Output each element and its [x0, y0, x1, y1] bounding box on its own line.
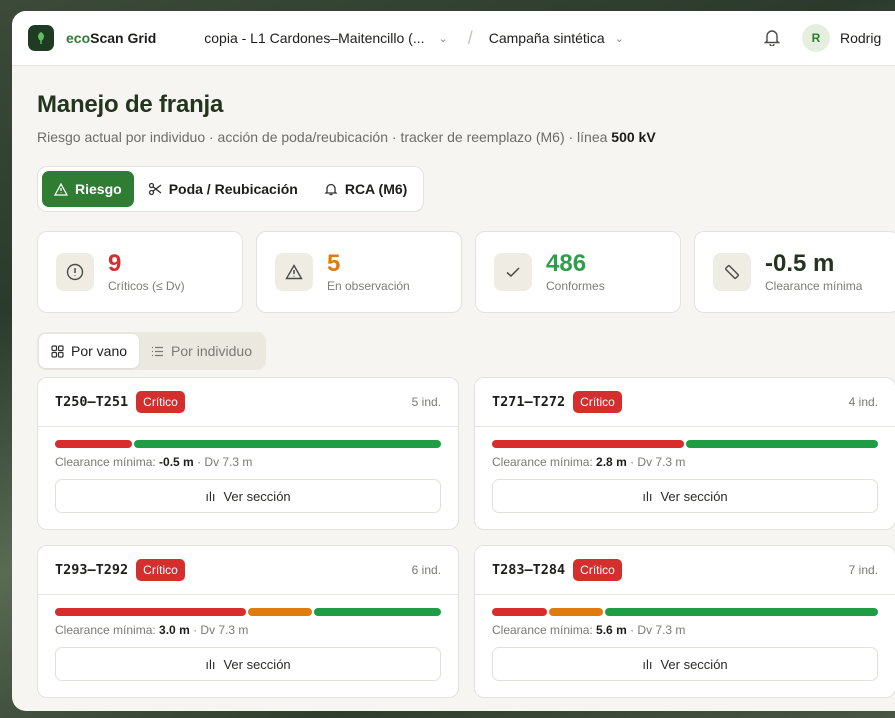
user-avatar[interactable]: R: [802, 24, 830, 52]
stat-conformes: 486 Conformes: [475, 231, 681, 313]
list-icon: [152, 346, 164, 356]
span-title: T283–T284: [492, 562, 566, 578]
tab-poda-reubicacion[interactable]: Poda / Reubicación: [136, 171, 310, 207]
risk-bar-segment-green: [686, 440, 878, 448]
top-bar: ecoScan Grid copia - L1 Cardones–Maitenc…: [12, 11, 895, 66]
stat-clearance-minima: -0.5 m Clearance mínima: [694, 231, 895, 313]
risk-bar-segment-red: [492, 440, 684, 448]
span-title: T271–T272: [492, 394, 566, 410]
stat-label: Críticos (≤ Dv): [108, 279, 185, 293]
clearance-text: Clearance mínima: 5.6 m · Dv 7.3 m: [492, 623, 686, 637]
project-selector[interactable]: copia - L1 Cardones–Maitencillo (... ⌄: [204, 30, 447, 46]
module-tabs: Riesgo Poda / Reubicación RCA (M6): [37, 166, 425, 212]
stat-value: 9: [108, 250, 122, 277]
bar-chart-icon: ılı: [205, 656, 216, 672]
view-toggle: Por vano Por individuo: [37, 332, 266, 370]
toggle-por-vano[interactable]: Por vano: [39, 334, 140, 368]
bell-icon: [324, 183, 338, 196]
tab-riesgo[interactable]: Riesgo: [42, 171, 134, 207]
grid-icon: [51, 344, 64, 358]
risk-bar-segment-green: [605, 608, 878, 616]
toggle-por-individuo[interactable]: Por individuo: [139, 334, 264, 368]
individual-count: 6 ind.: [411, 563, 441, 577]
ver-seccion-button[interactable]: ılı Ver sección: [55, 479, 441, 513]
page-title: Manejo de franja: [37, 91, 224, 118]
campaign-selector[interactable]: Campaña sintética ⌄: [489, 30, 624, 46]
page-subtitle: Riesgo actual por individuo · acción de …: [37, 129, 656, 145]
status-badge: Crítico: [136, 391, 185, 413]
scissors-icon: [148, 182, 162, 196]
ver-seccion-button[interactable]: ılı Ver sección: [492, 479, 878, 513]
notifications-bell-icon[interactable]: [763, 28, 781, 51]
clearance-text: Clearance mínima: -0.5 m · Dv 7.3 m: [55, 455, 253, 469]
stat-label: En observación: [327, 279, 410, 293]
individual-count: 5 ind.: [411, 395, 441, 409]
warning-icon: [54, 182, 68, 196]
status-badge: Crítico: [573, 391, 622, 413]
chevron-down-icon: ⌄: [438, 32, 448, 45]
app-window: ecoScan Grid copia - L1 Cardones–Maitenc…: [12, 11, 895, 711]
risk-bar-segment-orange: [248, 608, 312, 616]
status-badge: Crítico: [573, 559, 622, 581]
bar-chart-icon: ılı: [642, 488, 653, 504]
risk-bar: [492, 440, 878, 448]
brand-name: ecoScan Grid: [66, 30, 157, 46]
risk-bar: [492, 608, 878, 616]
stat-value: -0.5 m: [765, 250, 835, 277]
individual-count: 4 ind.: [848, 395, 878, 409]
logo-icon[interactable]: [28, 25, 54, 51]
individual-count: 7 ind.: [848, 563, 878, 577]
stat-label: Clearance mínima: [765, 279, 863, 293]
bar-chart-icon: ılı: [642, 656, 653, 672]
span-card: T283–T284 Crítico 7 ind. Clearance mínima:…: [474, 545, 895, 698]
risk-bar-segment-red: [55, 440, 132, 448]
breadcrumb-separator: /: [467, 27, 473, 48]
ruler-icon: [713, 253, 751, 291]
ver-seccion-button[interactable]: ılı Ver sección: [55, 647, 441, 681]
stat-label: Conformes: [546, 279, 605, 293]
chevron-down-icon: ⌄: [614, 32, 624, 45]
bar-chart-icon: ılı: [205, 488, 216, 504]
status-badge: Crítico: [136, 559, 185, 581]
stat-value: 5: [327, 250, 341, 277]
tab-rca-m6[interactable]: RCA (M6): [312, 171, 419, 207]
alert-circle-icon: [56, 253, 94, 291]
stat-criticos: 9 Críticos (≤ Dv): [37, 231, 243, 313]
stats-row: 9 Críticos (≤ Dv) 5 En observación 486 C…: [37, 231, 895, 313]
check-icon: [494, 253, 532, 291]
span-card: T271–T272 Crítico 4 ind. Clearance mínima:…: [474, 377, 895, 530]
stat-value: 486: [546, 250, 587, 277]
risk-bar-segment-orange: [548, 608, 604, 616]
clearance-text: Clearance mínima: 2.8 m · Dv 7.3 m: [492, 455, 686, 469]
campaign-name: Campaña sintética: [488, 30, 605, 46]
risk-bar-segment-red: [492, 608, 547, 616]
stat-en-observacion: 5 En observación: [256, 231, 462, 313]
warning-icon: [275, 253, 313, 291]
span-title: T250–T251: [55, 394, 129, 410]
risk-bar-segment-green: [133, 440, 441, 448]
user-name[interactable]: Rodrig: [840, 30, 881, 46]
risk-bar: [55, 440, 441, 448]
clearance-text: Clearance mínima: 3.0 m · Dv 7.3 m: [55, 623, 249, 637]
risk-bar: [55, 608, 441, 616]
ver-seccion-button[interactable]: ılı Ver sección: [492, 647, 878, 681]
span-card: T250–T251 Crítico 5 ind. Clearance mínima:…: [37, 377, 459, 530]
span-title: T293–T292: [55, 562, 129, 578]
risk-bar-segment-green: [313, 608, 441, 616]
risk-bar-segment-red: [55, 608, 246, 616]
project-name: copia - L1 Cardones–Maitencillo (...: [204, 30, 425, 46]
span-card: T293–T292 Crítico 6 ind. Clearance mínima:…: [37, 545, 459, 698]
